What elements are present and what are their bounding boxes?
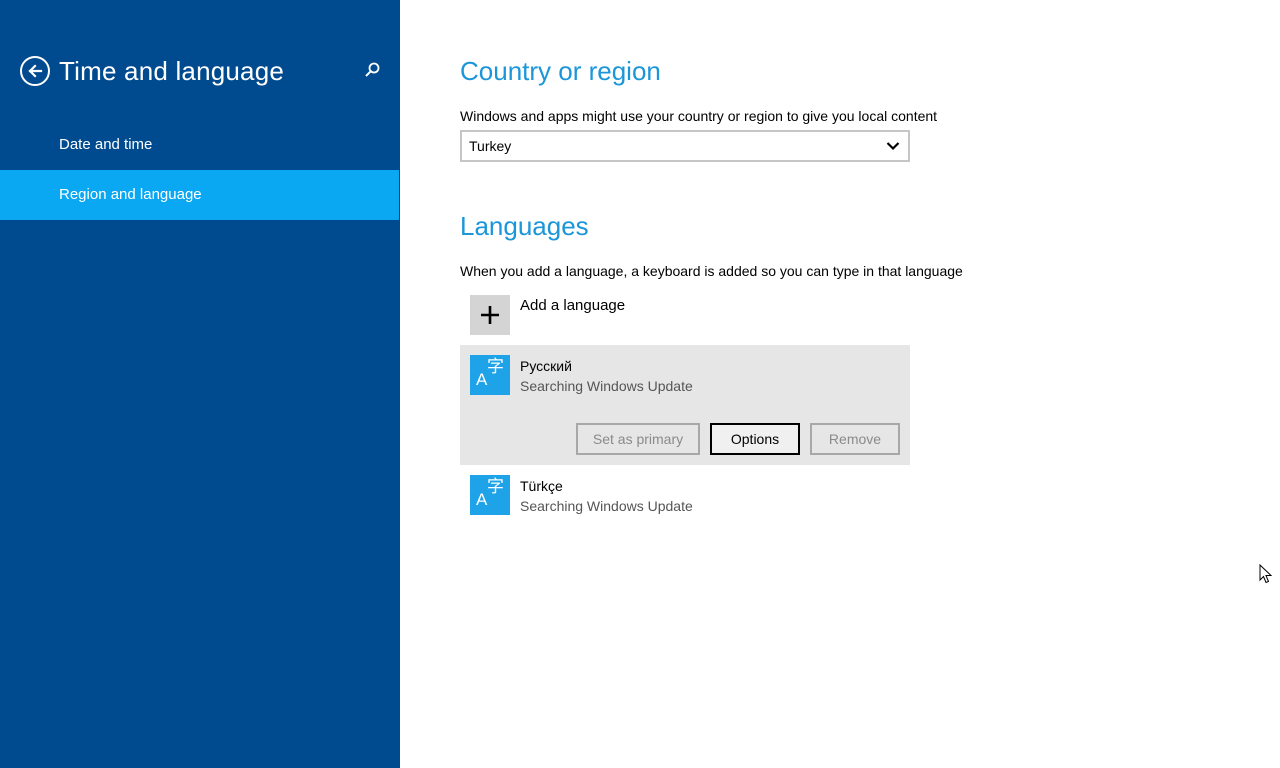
back-arrow-icon <box>28 64 43 78</box>
plus-icon <box>481 306 499 324</box>
language-row-turkish[interactable]: A 字 Türkçe Searching Windows Update <box>470 475 910 519</box>
sidebar-item-date-and-time[interactable]: Date and time <box>0 120 399 170</box>
add-language-button[interactable]: Add a language <box>470 295 910 335</box>
options-button[interactable]: Options <box>710 423 800 455</box>
language-icon: A 字 <box>470 355 510 395</box>
country-select[interactable]: Turkey <box>460 130 910 162</box>
add-language-label: Add a language <box>520 297 626 314</box>
language-status: Searching Windows Update <box>520 378 693 394</box>
chevron-down-icon <box>886 142 900 151</box>
page-title: Time and language <box>59 56 285 86</box>
back-button[interactable] <box>20 56 50 86</box>
sidebar-item-label: Date and time <box>59 136 153 153</box>
language-card-russian[interactable]: A 字 Русский Searching Windows Update Set… <box>460 345 910 465</box>
language-name: Türkçe <box>520 478 563 494</box>
settings-window: Time and language Date and time Region a… <box>0 0 1280 768</box>
languages-heading: Languages <box>460 211 589 241</box>
set-as-primary-button[interactable]: Set as primary <box>576 423 700 455</box>
country-description: Windows and apps might use your country … <box>460 108 938 124</box>
add-tile <box>470 295 510 335</box>
search-icon <box>365 62 380 77</box>
search-button[interactable] <box>363 61 381 79</box>
languages-description: When you add a language, a keyboard is a… <box>460 263 963 279</box>
remove-button[interactable]: Remove <box>810 423 900 455</box>
mouse-cursor-icon <box>1259 564 1273 584</box>
country-select-value: Turkey <box>469 138 512 154</box>
language-row: A 字 Русский Searching Windows Update <box>470 355 910 399</box>
sidebar-item-label: Region and language <box>59 186 202 203</box>
country-heading: Country or region <box>460 56 661 86</box>
sidebar-header: Time and language <box>20 54 390 88</box>
main-content: Country or region Windows and apps might… <box>400 0 1280 768</box>
sidebar: Time and language Date and time Region a… <box>0 0 400 768</box>
language-icon: A 字 <box>470 475 510 515</box>
language-name: Русский <box>520 358 572 374</box>
language-status: Searching Windows Update <box>520 498 693 514</box>
sidebar-item-region-and-language[interactable]: Region and language <box>0 170 399 220</box>
